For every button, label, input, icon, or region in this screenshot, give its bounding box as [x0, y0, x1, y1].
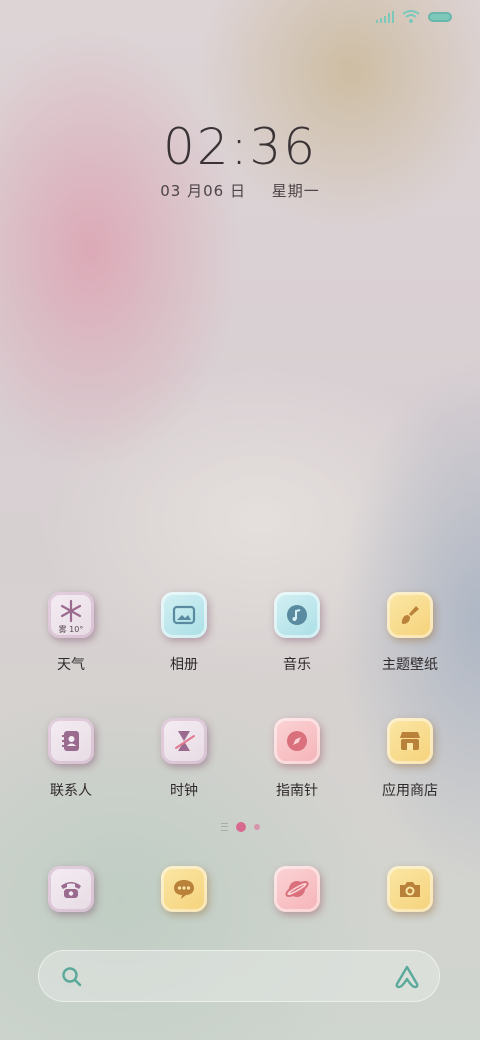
app-contacts[interactable]: 联系人 — [16, 718, 126, 800]
app-compass[interactable]: 指南针 — [242, 718, 352, 800]
clock-date-row: 03 月06 日 星期一 — [0, 180, 480, 201]
image-icon — [172, 605, 196, 625]
hourglass-icon — [175, 731, 195, 751]
app-drawer-indicator[interactable] — [220, 823, 228, 831]
chat-bubble-icon — [174, 880, 194, 899]
app-label: 天气 — [57, 657, 85, 673]
search-bar[interactable] — [38, 950, 440, 1002]
app-gallery[interactable]: 相册 — [129, 592, 239, 674]
lock-clock-time: 02:36 — [162, 118, 318, 176]
app-store[interactable]: 应用商店 — [355, 718, 465, 800]
battery-icon — [428, 11, 452, 22]
snowflake-icon — [60, 599, 82, 623]
app-label: 应用商店 — [382, 783, 438, 799]
search-icon[interactable] — [61, 966, 83, 988]
camera-icon — [400, 882, 420, 897]
app-label: 相册 — [170, 657, 198, 673]
paint-brush-icon — [401, 606, 419, 624]
app-music[interactable]: 音乐 — [242, 592, 352, 674]
page-dot[interactable] — [253, 824, 260, 830]
clock-date: 03 月06 日 — [160, 182, 246, 200]
app-label: 音乐 — [283, 657, 311, 673]
dock-messages[interactable] — [129, 866, 239, 912]
weather-condition: 雾 — [58, 625, 67, 634]
contact-book-icon — [62, 731, 79, 751]
app-label: 时钟 — [170, 783, 198, 799]
dock-camera[interactable] — [355, 866, 465, 912]
weather-temp: 10° — [69, 625, 84, 634]
clock-weekday: 星期一 — [271, 182, 320, 200]
wifi-icon — [402, 10, 420, 23]
dock-phone[interactable] — [16, 866, 126, 912]
app-label: 指南针 — [276, 783, 318, 799]
assistant-icon[interactable] — [393, 964, 421, 990]
planet-icon — [285, 881, 309, 897]
dock-browser[interactable] — [242, 866, 352, 912]
signal-icon — [376, 10, 394, 23]
app-themes[interactable]: 主题壁纸 — [355, 592, 465, 674]
page-indicator[interactable] — [0, 822, 480, 832]
app-label: 主题壁纸 — [382, 657, 438, 673]
status-bar — [376, 10, 452, 23]
app-weather[interactable]: 雾 10° 天气 — [16, 592, 126, 674]
store-icon — [400, 732, 420, 750]
compass-icon — [287, 731, 307, 751]
page-dot-active[interactable] — [235, 822, 246, 832]
music-note-icon — [287, 605, 307, 625]
app-label: 联系人 — [50, 783, 92, 799]
app-clock[interactable]: 时钟 — [129, 718, 239, 800]
telephone-icon — [61, 882, 81, 898]
